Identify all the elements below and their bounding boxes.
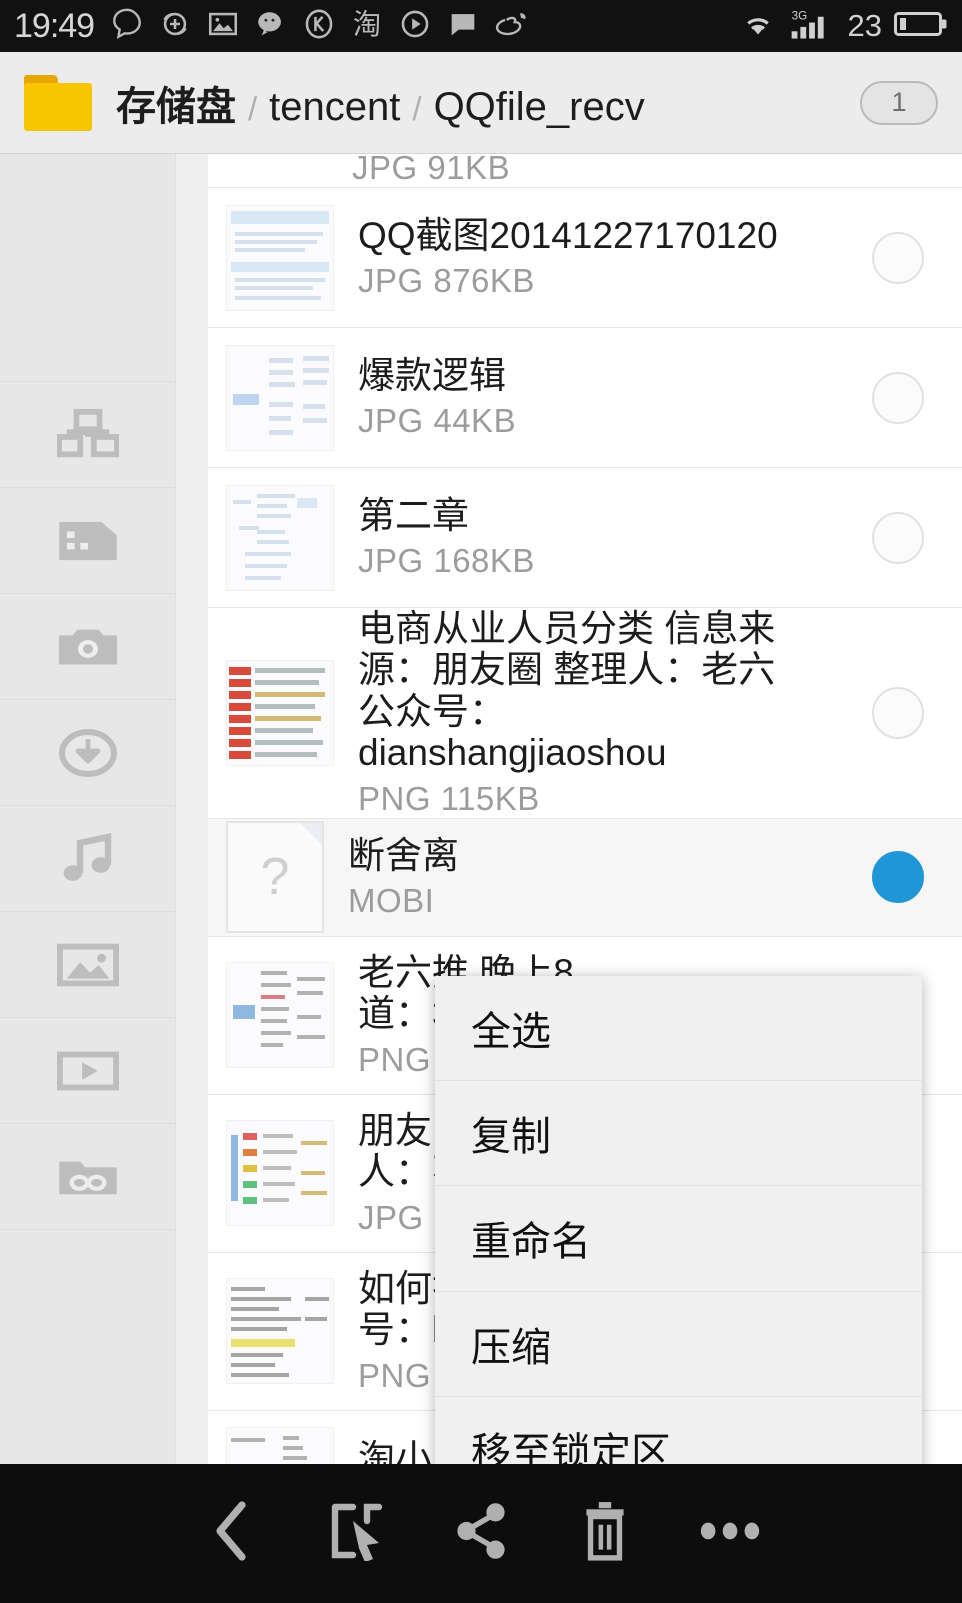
file-info: JPG 168KB — [358, 542, 535, 580]
share-button[interactable] — [438, 1491, 524, 1577]
sidebar-item-camera[interactable] — [0, 594, 175, 700]
context-menu[interactable]: 全选 复制 重命名 压缩 移至锁定区 打开方式 — [435, 976, 922, 1464]
table-row[interactable]: 爆款逻辑 JPG 44KB — [208, 328, 962, 468]
table-row[interactable]: JPG 91KB — [208, 154, 962, 188]
breadcrumb-item-0[interactable]: 存储盘 — [116, 74, 236, 132]
more-button[interactable] — [687, 1491, 773, 1577]
weibo-icon — [494, 7, 530, 46]
status-notification-icons: 淘 — [110, 7, 739, 46]
breadcrumb-item-1[interactable]: tencent — [269, 85, 400, 130]
sidebar-item-download[interactable] — [0, 700, 175, 806]
menu-item-move-to-locked[interactable]: 移至锁定区 — [435, 1397, 922, 1464]
taobao-icon: 淘 — [350, 7, 384, 46]
file-info: JPG 876KB — [358, 262, 535, 300]
breadcrumb: 存储盘 / tencent / QQfile_recv — [116, 74, 860, 132]
delete-trash-icon — [580, 1500, 630, 1567]
select-cursor-icon — [329, 1501, 385, 1566]
file-select-checkbox[interactable] — [872, 851, 924, 904]
file-thumbnail — [226, 1120, 334, 1227]
file-thumbnail — [226, 204, 334, 311]
categories-icon — [56, 408, 119, 462]
delete-button[interactable] — [562, 1491, 648, 1577]
more-ellipsis-icon — [699, 1519, 761, 1548]
menu-item-compress[interactable]: 压缩 — [435, 1292, 922, 1397]
file-thumbnail — [226, 484, 334, 591]
private-folder-icon — [57, 1154, 119, 1200]
photo-icon — [206, 7, 240, 46]
file-name: 爆款逻辑 — [358, 354, 506, 396]
file-thumbnail: ? — [226, 821, 324, 934]
file-name: 断舍离 — [348, 834, 459, 876]
menu-item-select-all[interactable]: 全选 — [435, 976, 922, 1082]
select-button[interactable] — [314, 1491, 400, 1577]
breadcrumb-separator: / — [248, 89, 258, 127]
unknown-file-icon: ? — [260, 848, 290, 907]
sidebar-item-private[interactable] — [0, 1124, 175, 1230]
table-row[interactable]: QQ截图20141227170120 JPG 876KB — [208, 188, 962, 328]
sidebar-item-sdcard[interactable] — [0, 488, 175, 594]
content-area: JPG 91KB QQ截图20141227170120 JPG 876KB 爆款… — [0, 154, 962, 1464]
speech-bubble-icon — [110, 7, 144, 46]
folder-icon — [24, 74, 92, 131]
file-thumbnail — [226, 344, 334, 451]
battery-percent-label: 23 — [847, 8, 882, 43]
image-icon — [56, 941, 119, 989]
video-icon — [56, 1049, 119, 1093]
menu-item-copy[interactable]: 复制 — [435, 1081, 922, 1187]
table-row[interactable]: 电商从业人员分类 信息来源：朋友圈 整理人：老六 公众号：dianshangji… — [208, 608, 962, 819]
file-name: QQ截图20141227170120 — [358, 214, 778, 256]
file-name: 第二章 — [358, 494, 469, 536]
sync-plus-icon — [158, 7, 192, 46]
kuaibo-k-icon — [302, 7, 336, 46]
camera-icon — [57, 623, 119, 671]
sidebar-item-video[interactable] — [0, 1018, 175, 1124]
file-thumbnail — [226, 1278, 334, 1385]
play-circle-icon — [398, 7, 432, 46]
table-row[interactable]: ? 断舍离 MOBI — [208, 818, 962, 937]
back-button[interactable] — [189, 1491, 275, 1577]
file-info: PNG 115KB — [358, 779, 540, 817]
sidebar-gap — [176, 154, 208, 1464]
sidebar-top-spacer — [0, 154, 175, 382]
file-info: JPG 91KB — [352, 154, 511, 186]
sidebar-item-music[interactable] — [0, 806, 175, 912]
file-manager-screen: 19:49 淘 3G 23 存储盘 / tencent / QQfile_rec… — [0, 0, 962, 1603]
music-icon — [58, 832, 118, 885]
sidebar — [0, 154, 176, 1464]
file-info: JPG 44KB — [358, 402, 517, 440]
status-time: 19:49 — [14, 6, 95, 45]
back-icon — [208, 1499, 256, 1568]
wifi-icon — [740, 9, 776, 44]
share-icon — [454, 1502, 508, 1565]
table-row[interactable]: 第二章 JPG 168KB — [208, 468, 962, 608]
menu-item-rename[interactable]: 重命名 — [435, 1186, 922, 1292]
breadcrumb-item-2[interactable]: QQfile_recv — [434, 85, 645, 130]
file-name: 电商从业人员分类 信息来源：朋友圈 整理人：老六 公众号：dianshangji… — [358, 608, 776, 774]
file-select-checkbox[interactable] — [872, 686, 924, 739]
file-thumbnail — [226, 659, 334, 766]
file-select-checkbox[interactable] — [872, 511, 924, 564]
file-select-checkbox[interactable] — [872, 371, 924, 424]
battery-icon — [894, 9, 948, 44]
sidebar-item-images[interactable] — [0, 912, 175, 1018]
status-system-icons: 3G 23 — [740, 8, 948, 45]
svg-text:淘: 淘 — [353, 7, 381, 40]
signal-icon: 3G — [788, 8, 836, 45]
svg-text:3G: 3G — [791, 9, 807, 22]
sidebar-item-categories[interactable] — [0, 382, 175, 488]
sdcard-icon — [57, 518, 119, 564]
path-header: 存储盘 / tencent / QQfile_recv 1 — [0, 52, 962, 154]
file-thumbnail — [226, 962, 334, 1069]
file-thumbnail — [226, 1427, 334, 1464]
breadcrumb-separator: / — [412, 89, 422, 127]
download-icon — [58, 727, 118, 779]
file-select-checkbox[interactable] — [872, 231, 924, 284]
bottom-toolbar — [0, 1464, 962, 1603]
wechat-icon — [254, 7, 288, 46]
selected-count-badge[interactable]: 1 — [860, 80, 938, 125]
status-bar: 19:49 淘 3G 23 — [0, 0, 962, 52]
message-icon — [446, 7, 480, 46]
file-info: MOBI — [348, 881, 435, 919]
